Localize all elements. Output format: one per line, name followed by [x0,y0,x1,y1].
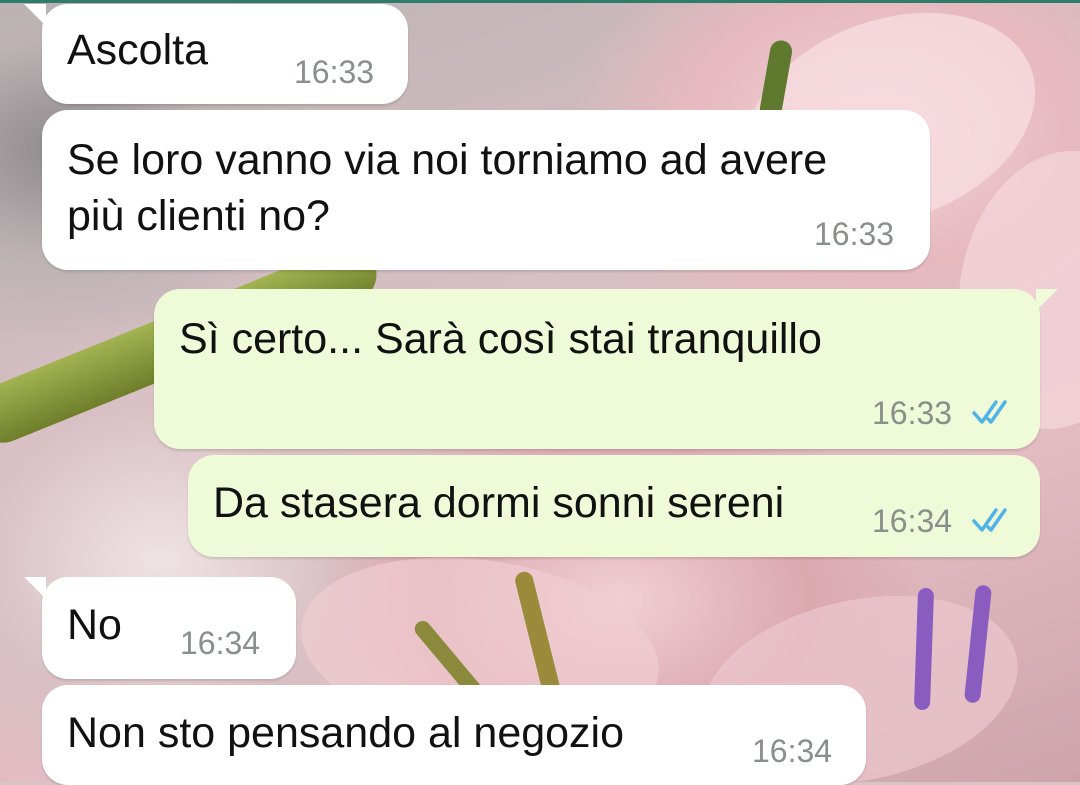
message-text-line: più clienti no? [67,192,330,240]
message-text: No [67,601,122,649]
bubble-tail [24,577,46,599]
message-time: 16:34 [752,733,833,769]
message-bubble-outgoing[interactable]: Da stasera dormi sonni sereni 16:34 [188,455,1040,557]
message-bubble-incoming[interactable]: Se loro vanno via noi torniamo ad avere … [42,110,930,270]
message-bubble-incoming[interactable]: No 16:34 [24,577,296,679]
header-divider [0,0,1080,3]
message-bubble-incoming[interactable]: Ascolta 16:33 [24,4,408,104]
message-text-line: Se loro vanno via noi torniamo ad avere [67,136,828,184]
message-time: 16:34 [872,503,953,539]
message-time: 16:33 [872,395,953,431]
message-text: Da stasera dormi sonni sereni [213,479,785,527]
double-check-icon [972,400,1007,424]
message-bubble-incoming[interactable]: Non sto pensando al negozio 16:34 [42,685,866,785]
message-text: Non sto pensando al negozio [67,709,625,757]
message-time: 16:34 [180,625,261,661]
bubble-tail [1036,289,1058,311]
message-time: 16:33 [814,216,895,252]
message-time: 16:33 [294,54,375,90]
message-bubble-outgoing[interactable]: Sì certo... Sarà così stai tranquillo 16… [154,289,1058,449]
bubble-tail [24,4,46,26]
double-check-icon [972,508,1007,532]
message-text: Sì certo... Sarà così stai tranquillo [179,315,822,363]
message-text: Ascolta [67,26,209,74]
